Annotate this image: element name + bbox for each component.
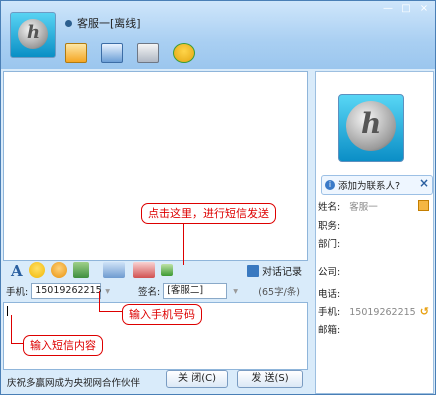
field-label: 电话: (318, 289, 341, 300)
phone-label: 手机: (6, 287, 29, 298)
field-label: 部门: (318, 239, 341, 250)
message-toolbar: A 对话记录 (3, 260, 306, 280)
field-value: 客服一 (349, 202, 378, 213)
contacts-icon[interactable] (101, 43, 123, 63)
maximize-button[interactable]: □ (399, 3, 413, 15)
field-email: 邮箱: (318, 322, 340, 336)
send-button[interactable]: 发 送(S) (237, 370, 303, 388)
annotation-enter-sms: 输入短信内容 (23, 335, 103, 356)
annotation-click-here: 点击这里，进行短信发送 (141, 203, 276, 224)
field-mobile: 手机: 15019262215 (318, 304, 416, 318)
screenshot-icon[interactable] (72, 262, 89, 278)
info-icon: i (325, 180, 335, 190)
history-book-icon (247, 264, 259, 277)
signature-select[interactable]: [客服二] (163, 283, 228, 299)
field-phone: 电话: (318, 286, 340, 300)
print-icon[interactable] (137, 43, 159, 63)
close-icon[interactable]: × (419, 176, 429, 190)
minimize-button[interactable]: — (381, 3, 395, 15)
field-label: 姓名: (318, 202, 341, 213)
sms-row: 手机: 15019262215 ▾ 签名: [客服二] ▾ (65字/条) (3, 281, 306, 301)
add-contact-bar[interactable]: i 添加为联系人? × (321, 175, 433, 195)
chat-history-area[interactable] (3, 71, 308, 261)
field-label: 手机: (318, 307, 341, 318)
annotation-pointer (11, 315, 12, 343)
field-label: 职务: (318, 221, 341, 232)
chat-window: h 客服一[离线] — □ × A 对话记录 手机: 15019262215 ▾… (0, 0, 436, 395)
emoji-icon[interactable] (28, 262, 45, 278)
edit-dropdown-icon[interactable] (132, 262, 155, 278)
contact-avatar[interactable]: h (10, 12, 56, 58)
contact-large-avatar: h (338, 94, 404, 162)
field-department: 部门: (318, 236, 340, 250)
annotation-pointer (183, 223, 184, 265)
signature-label: 签名: (137, 287, 161, 298)
history-label: 对话记录 (262, 267, 302, 278)
text-cursor (7, 306, 8, 316)
window-header: h 客服一[离线] — □ × (1, 1, 435, 69)
annotation-pointer (11, 343, 23, 344)
field-label: 邮箱: (318, 325, 341, 336)
bottom-bar: 庆祝多赢网成为央视网合作伙伴 关 闭(C) 发 送(S) (1, 368, 308, 392)
card-icon[interactable] (418, 200, 429, 211)
title-text: 客服一[离线] (77, 17, 141, 30)
field-company: 公司: (318, 264, 340, 278)
status-icon (65, 19, 72, 27)
close-button[interactable]: 关 闭(C) (166, 370, 228, 388)
signature-dropdown-icon[interactable]: ▾ (233, 286, 238, 297)
field-title: 职务: (318, 218, 340, 232)
close-window-button[interactable]: × (417, 3, 431, 15)
field-value: 15019262215 (349, 307, 416, 318)
char-counter: (65字/条) (258, 287, 300, 298)
ad-text[interactable]: 庆祝多赢网成为央视网合作伙伴 (7, 375, 140, 389)
header-toolbar (65, 43, 195, 63)
annotation-enter-phone: 输入手机号码 (122, 304, 202, 325)
annotation-pointer (99, 291, 100, 312)
settings-dropdown-icon[interactable] (102, 262, 125, 278)
add-contact-label: 添加为联系人? (338, 181, 401, 192)
font-icon[interactable]: A (11, 262, 23, 280)
group-icon[interactable] (173, 43, 195, 63)
field-label: 公司: (318, 267, 341, 278)
window-title: 客服一[离线] (65, 15, 141, 31)
contact-panel: h i 添加为联系人? × 姓名: 客服一 职务: 部门: 公司: 电话: 手机… (315, 71, 434, 394)
wink-icon[interactable] (50, 262, 67, 278)
phone-dropdown-icon[interactable]: ▾ (105, 286, 110, 297)
phone-input[interactable]: 15019262215 (31, 283, 102, 299)
field-name: 姓名: 客服一 (318, 199, 378, 213)
window-controls: — □ × (381, 3, 431, 15)
send-file-icon[interactable] (65, 43, 87, 63)
send-sms-icon[interactable] (160, 264, 173, 276)
chat-history-button[interactable]: 对话记录 (247, 263, 302, 278)
phone-icon[interactable]: ↺ (420, 305, 429, 318)
annotation-pointer (99, 311, 122, 312)
